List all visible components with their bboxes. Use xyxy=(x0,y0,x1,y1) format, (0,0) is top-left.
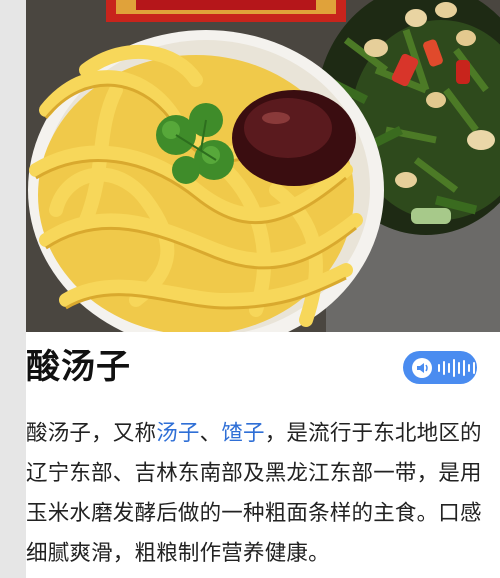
link-tangzi[interactable]: 汤子 xyxy=(156,421,199,446)
entry-description: 酸汤子，又称汤子、馇子，是流行于东北地区的辽宁东部、吉林东南部及黑龙江东部一带，… xyxy=(26,414,500,574)
speaker-icon xyxy=(412,357,432,378)
desc-separator: 、 xyxy=(199,421,222,446)
dish-photo xyxy=(26,0,500,332)
entry-title: 酸汤子 xyxy=(26,347,131,387)
soundwave-icon xyxy=(438,358,475,377)
pronunciation-audio-button[interactable] xyxy=(403,351,477,384)
desc-text: 酸汤子，又称 xyxy=(26,421,157,446)
encyclopedia-card: 酸汤子 酸汤子，又称汤子、馇子，是流行于东北地区的辽宁东部、吉林东南部及黑龙江东… xyxy=(26,0,500,578)
link-chazi[interactable]: 馇子 xyxy=(221,421,264,446)
